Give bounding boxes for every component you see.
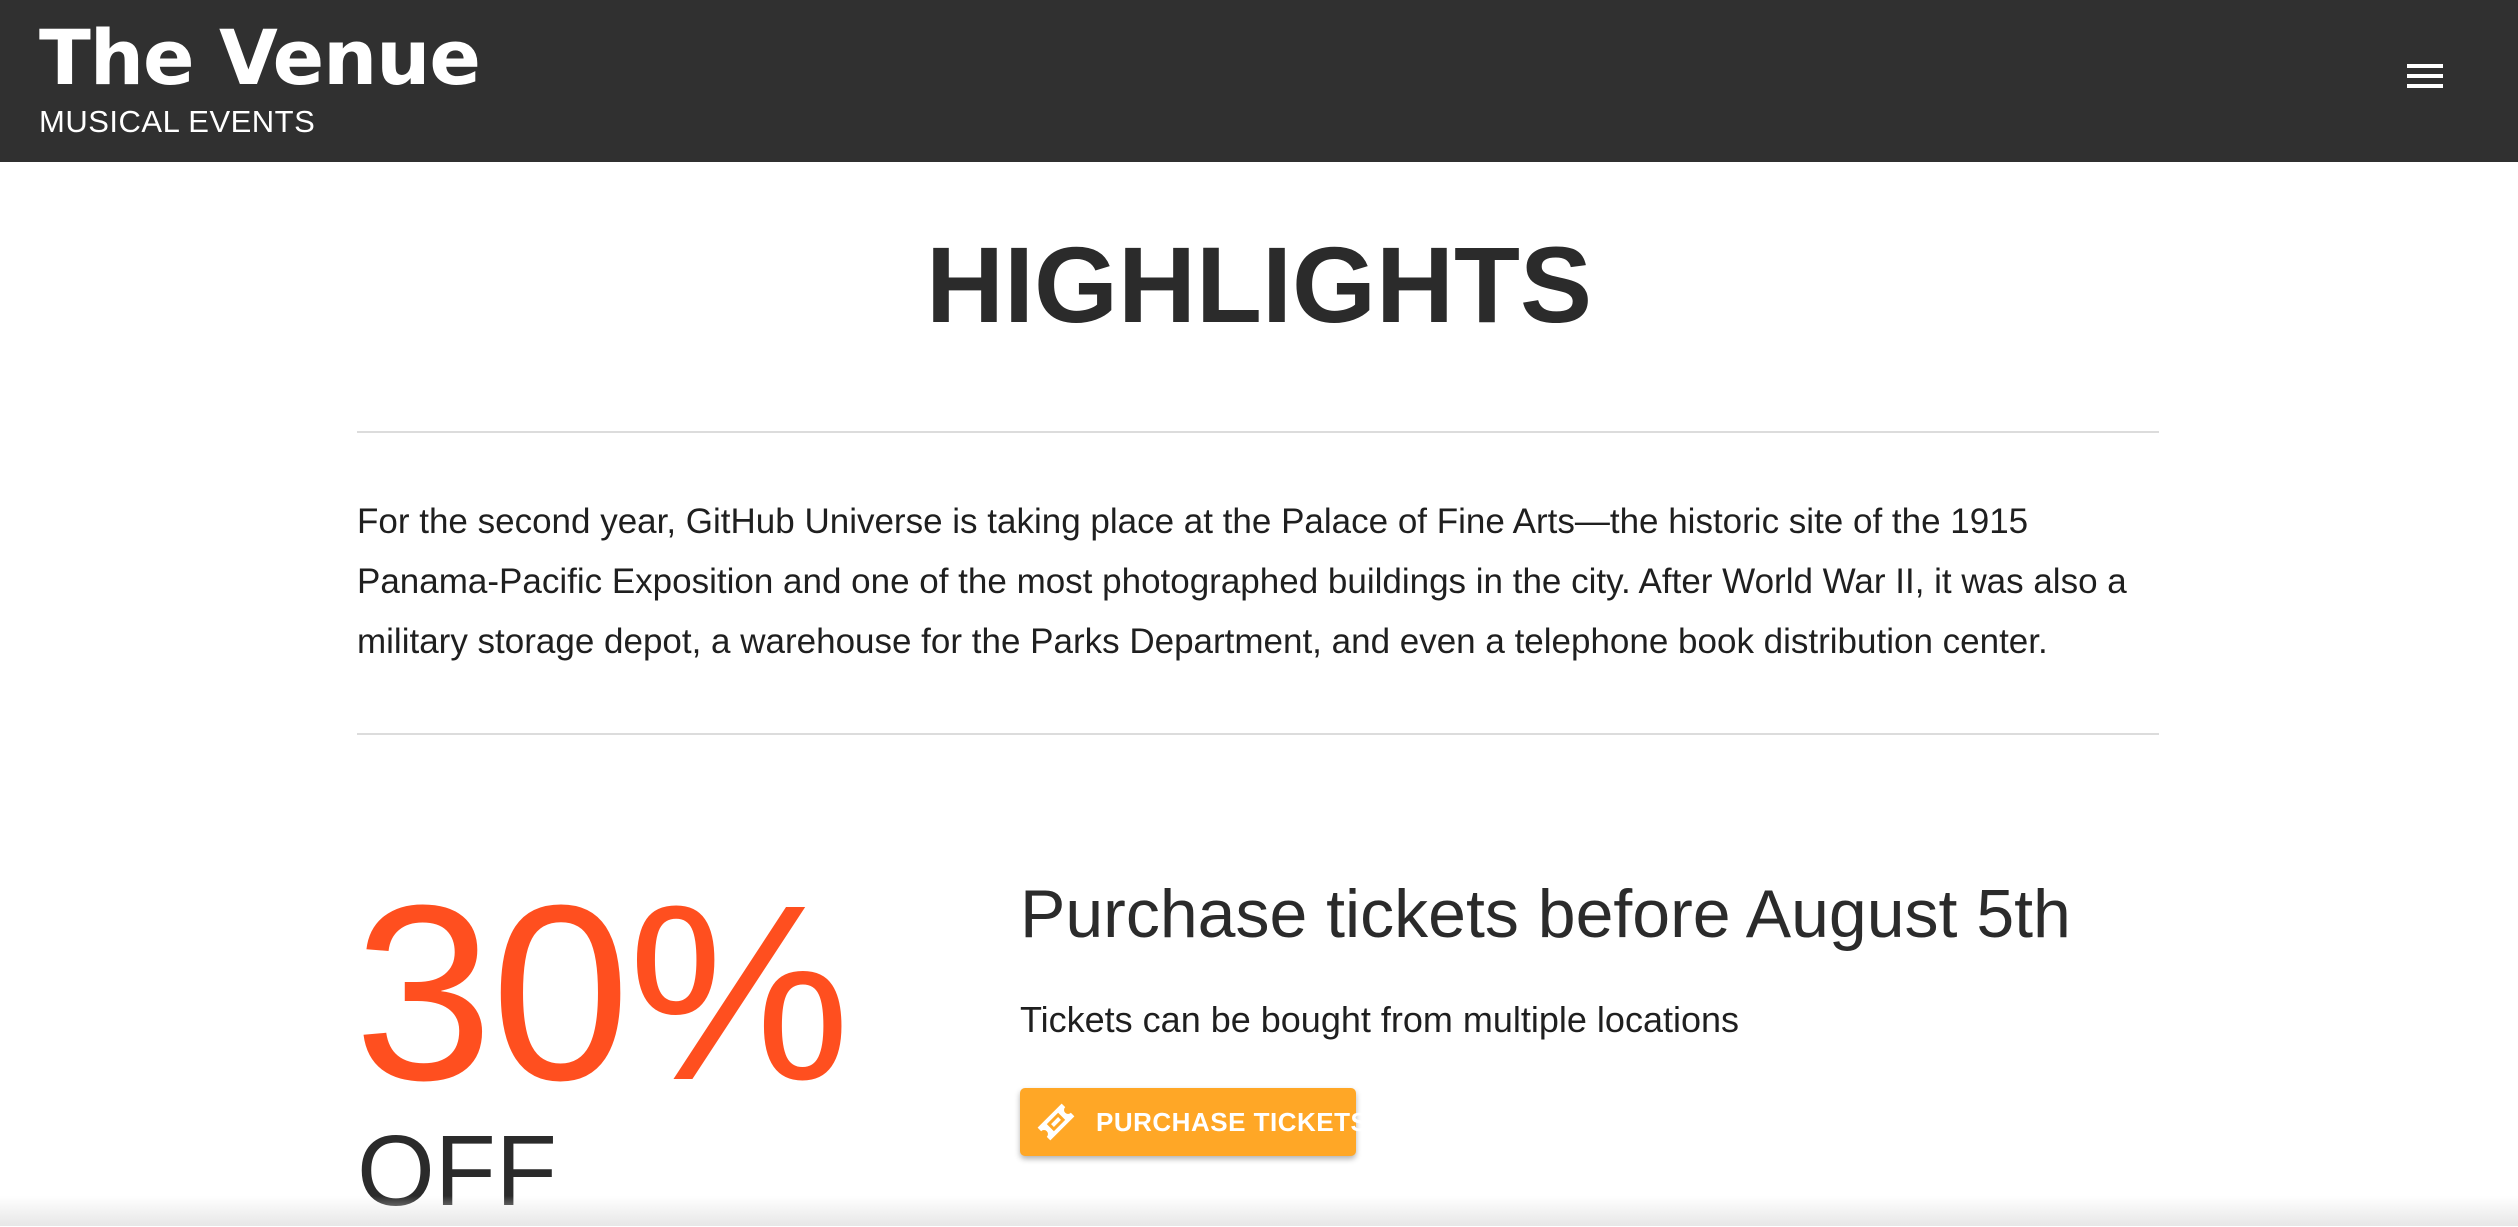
promo-heading: Purchase tickets before August 5th — [1020, 876, 2071, 952]
bottom-fade — [0, 1196, 2518, 1226]
brand-title[interactable]: The Venue — [39, 8, 481, 108]
brand[interactable]: The Venue MUSICAL EVENTS — [39, 8, 481, 140]
ticket-icon — [1034, 1100, 1078, 1144]
brand-subtitle: MUSICAL EVENTS — [39, 104, 316, 139]
page-title: HIGHLIGHTS — [926, 224, 1592, 345]
discount-percentage: 30% — [354, 853, 850, 1132]
divider-top — [357, 431, 2159, 433]
app-header: The Venue MUSICAL EVENTS — [0, 0, 2518, 162]
hamburger-menu-icon[interactable] — [2394, 52, 2456, 108]
promo-subtext: Tickets can be bought from multiple loca… — [1020, 999, 1740, 1040]
intro-paragraph: For the second year, GitHub Universe is … — [357, 502, 2127, 661]
purchase-tickets-label: PURCHASE TICKETS — [1096, 1106, 1369, 1137]
purchase-tickets-button[interactable]: PURCHASE TICKETS — [1020, 1088, 1368, 1156]
divider-bottom — [357, 733, 2159, 735]
